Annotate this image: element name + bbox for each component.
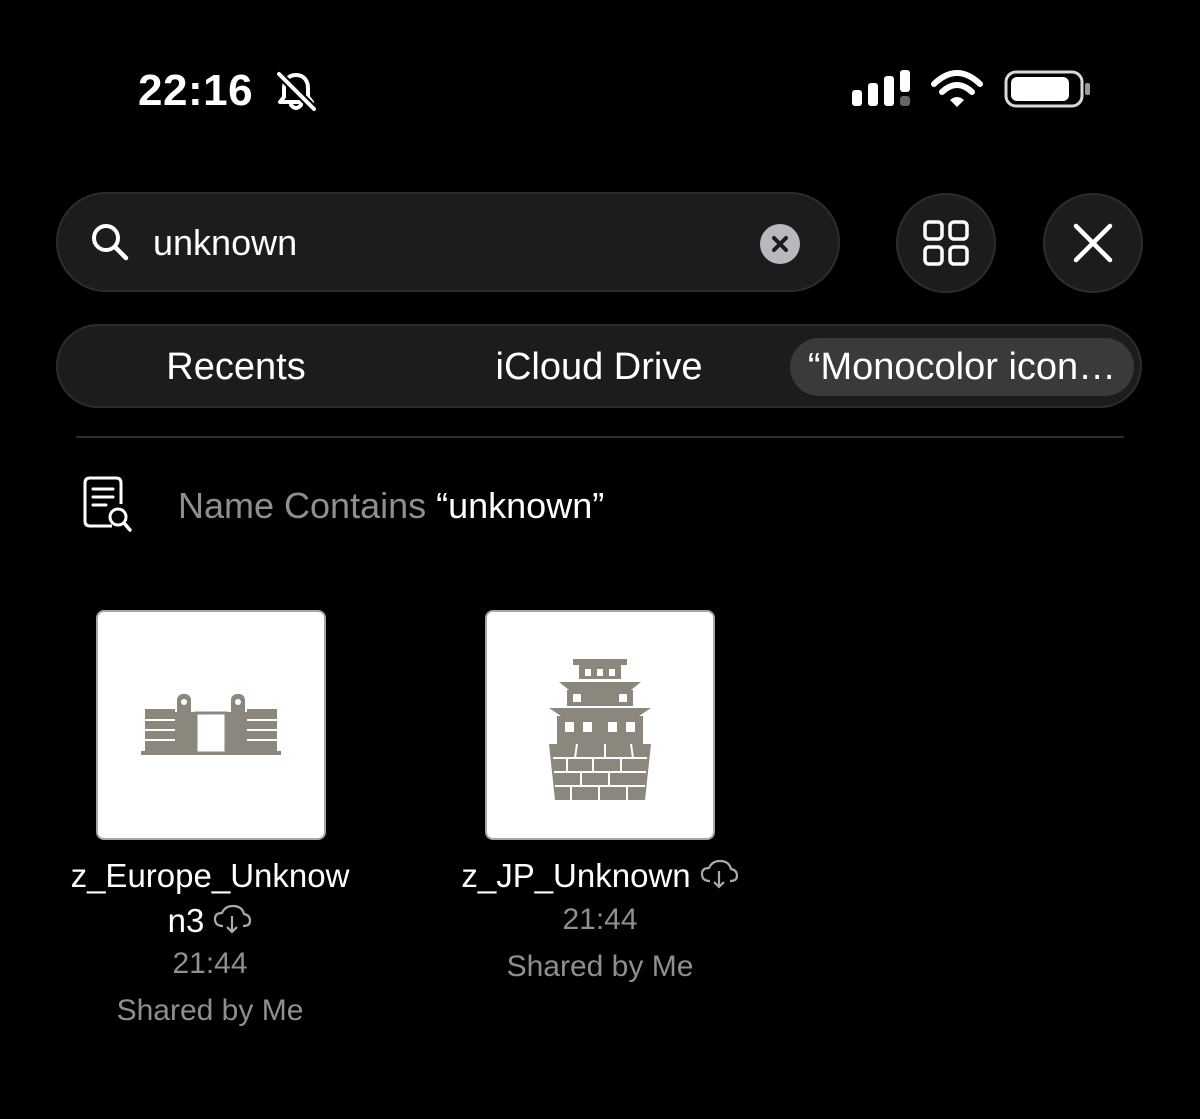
file-sharing-status: Shared by Me — [506, 950, 694, 983]
grid-view-icon — [923, 220, 969, 266]
clear-search-button[interactable] — [760, 224, 800, 264]
cloud-download-icon — [214, 904, 252, 934]
file-name[interactable]: z_JP_Unknown — [420, 853, 780, 898]
file-name-line2: n3 — [167, 902, 205, 939]
cloud-download-icon — [700, 859, 738, 889]
search-input[interactable]: unknown — [153, 220, 297, 266]
file-sharing-status: Shared by Me — [116, 994, 304, 1027]
close-button[interactable] — [1043, 193, 1143, 293]
suggestion-term: “unknown” — [436, 485, 605, 526]
document-search-icon — [83, 476, 132, 532]
bell-slash-icon — [276, 71, 317, 112]
file-name[interactable]: z_Europe_Unknow n3 — [40, 853, 380, 943]
view-options-button[interactable] — [896, 193, 996, 293]
scope-recents[interactable]: Recents — [120, 338, 352, 396]
battery-icon — [1004, 70, 1090, 108]
search-icon — [92, 224, 129, 261]
file-time: 21:44 — [172, 947, 248, 980]
suggestion-prefix: Name Contains — [178, 485, 437, 526]
file-thumbnail[interactable] — [98, 612, 324, 838]
divider — [76, 436, 1124, 438]
search-suggestion[interactable]: Name Contains “unknown” — [178, 484, 604, 528]
file-name-text: z_JP_Unknown — [461, 857, 691, 894]
file-thumbnail[interactable] — [487, 612, 713, 838]
clear-icon — [772, 236, 788, 252]
status-time: 22:16 — [138, 66, 254, 115]
european-gate-icon — [141, 694, 281, 755]
close-icon — [1073, 223, 1113, 263]
scope-current-folder[interactable]: “Monocolor icon… — [790, 338, 1134, 396]
file-name-line2-row: n3 — [40, 898, 380, 943]
japanese-castle-icon — [549, 659, 651, 800]
file-name-line1: z_Europe_Unknow — [70, 857, 350, 894]
scope-icloud-drive[interactable]: iCloud Drive — [466, 338, 732, 396]
cellular-signal-icon — [852, 70, 910, 106]
file-time: 21:44 — [562, 903, 638, 936]
wifi-icon — [931, 70, 983, 107]
